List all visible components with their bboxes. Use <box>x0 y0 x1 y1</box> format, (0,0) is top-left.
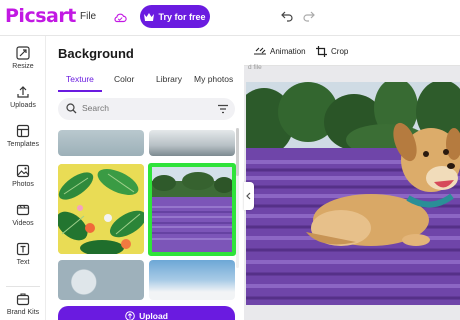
upload-circle-icon <box>125 311 135 320</box>
cloud-sync-icon[interactable] <box>113 11 127 25</box>
rail-label-resize: Resize <box>12 63 34 70</box>
undo-icon[interactable] <box>281 10 293 22</box>
tab-my-photos[interactable]: My photos <box>194 74 233 92</box>
rail-label-templates: Templates <box>7 141 39 148</box>
redo-icon[interactable] <box>303 10 315 22</box>
filter-icon[interactable] <box>218 104 228 114</box>
text-icon <box>16 242 30 256</box>
rail-item-photos[interactable]: Photos <box>0 164 46 188</box>
canvas-image[interactable] <box>246 82 460 305</box>
file-menu[interactable]: File <box>80 11 96 22</box>
crop-label: Crop <box>331 47 349 56</box>
texture-thumbnail-clouds[interactable] <box>149 260 235 300</box>
search-bar <box>58 98 235 120</box>
tropical-leaves-image <box>58 164 144 254</box>
rail-item-brand-kits[interactable]: Brand Kits <box>0 292 46 316</box>
texture-thumbnail-tropical-leaves[interactable] <box>58 164 144 254</box>
panel-title: Background <box>58 46 134 61</box>
panel-collapse-handle[interactable] <box>244 182 254 210</box>
background-tabs: Texture Color Library My photos <box>58 74 244 94</box>
rail-label-photos: Photos <box>12 181 34 188</box>
rail-item-uploads[interactable]: Uploads <box>0 85 46 109</box>
texture-thumbnail-misty-landscape[interactable] <box>149 130 235 156</box>
photos-icon <box>16 164 30 178</box>
crop-icon <box>316 46 327 57</box>
rail-item-templates[interactable]: Templates <box>0 124 46 148</box>
rail-label-uploads: Uploads <box>10 102 36 109</box>
texture-thumbnail-white-objects[interactable] <box>58 260 144 300</box>
brand-kits-icon <box>16 293 30 306</box>
animation-label: Animation <box>270 46 306 56</box>
videos-icon <box>16 204 30 216</box>
rail-label-text: Text <box>16 259 30 266</box>
search-input[interactable] <box>82 103 202 113</box>
texture-thumbnail-lavender-field-selected[interactable] <box>148 163 236 256</box>
background-panel: Background Texture Color Library My phot… <box>47 36 244 320</box>
tab-texture[interactable]: Texture <box>58 74 102 92</box>
panel-scrollbar[interactable] <box>236 128 239 176</box>
upload-button-label: Upload <box>139 311 168 320</box>
resize-icon <box>16 46 30 60</box>
search-icon <box>66 103 77 114</box>
tab-library[interactable]: Library <box>156 74 182 92</box>
rail-item-resize[interactable]: Resize <box>0 46 46 70</box>
animation-button[interactable]: Animation <box>254 46 306 56</box>
canvas-file-label: d file <box>248 64 262 71</box>
rail-item-videos[interactable]: Videos <box>0 203 46 227</box>
lavender-field-image <box>152 167 232 252</box>
canvas-toolbar: Animation Crop <box>244 36 460 66</box>
rail-label-brand-kits: Brand Kits <box>6 309 40 316</box>
templates-icon <box>16 124 30 138</box>
texture-thumbnail-sky[interactable] <box>58 130 144 156</box>
crop-button[interactable]: Crop <box>316 46 348 57</box>
tab-color[interactable]: Color <box>114 74 134 92</box>
left-rail: Resize Uploads Templates Photos Videos T… <box>0 36 46 320</box>
upload-button[interactable]: Upload <box>58 306 235 320</box>
try-for-free-button[interactable]: Try for free <box>140 5 210 28</box>
rail-divider <box>6 286 40 287</box>
animation-icon <box>254 47 266 55</box>
rail-label-videos: Videos <box>12 220 34 227</box>
upload-icon <box>17 86 29 98</box>
try-for-free-label: Try for free <box>158 11 206 22</box>
picsart-logo[interactable]: Picsart <box>5 5 76 27</box>
chevron-left-icon <box>246 192 251 200</box>
crown-icon <box>144 12 155 21</box>
rail-item-text[interactable]: Text <box>0 242 46 266</box>
dog-lavender-photo <box>246 82 460 305</box>
top-bar: Picsart File Try for free <box>0 0 460 36</box>
